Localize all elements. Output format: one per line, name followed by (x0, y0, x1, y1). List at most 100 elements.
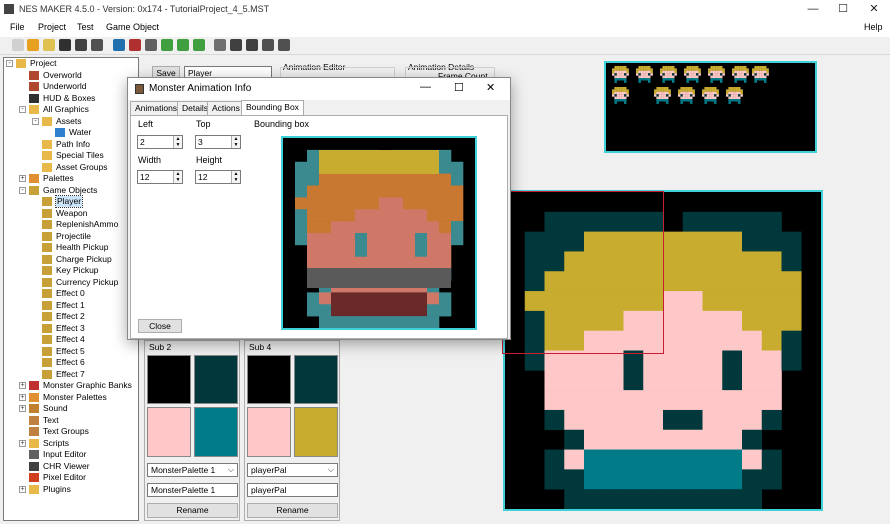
project-tree[interactable]: - Project Overworld Underworld HUD & Boxes - A… (3, 57, 139, 521)
expand-icon[interactable]: + (19, 485, 26, 493)
spinner-arrows-icon[interactable]: ▲ ▼ (173, 136, 182, 148)
collapse-icon[interactable]: - (19, 186, 26, 194)
width-spinner[interactable]: 12 ▲ ▼ (137, 170, 183, 184)
top-value: 3 (198, 137, 203, 147)
sub2-color-0[interactable] (147, 355, 191, 404)
bounding-box-canvas[interactable] (281, 136, 477, 330)
chevron-down-icon: ⌵ (227, 465, 234, 474)
sub4-rename-button[interactable]: Rename (247, 503, 338, 518)
maximize-button[interactable]: ☐ (828, 0, 858, 19)
sub4-color-1[interactable] (294, 355, 338, 404)
menu-help[interactable]: Help (864, 22, 883, 32)
gear-icon[interactable] (145, 39, 157, 51)
export-icon[interactable] (91, 39, 103, 51)
sub4-color-0[interactable] (247, 355, 291, 404)
window-icon[interactable] (230, 39, 242, 51)
character-icon (42, 208, 52, 218)
sub4-palette-select-value: playerPal (251, 465, 287, 475)
menu-test[interactable]: Test (77, 22, 94, 32)
assemble-green-icon[interactable] (161, 39, 173, 51)
dialog-minimize-button[interactable]: — (420, 81, 431, 93)
top-label: Top (196, 119, 211, 129)
globe-icon[interactable] (113, 39, 125, 51)
tree-item-label: Scripts (43, 437, 69, 448)
tree-item-label: Key Pickup (56, 265, 99, 275)
book-icon[interactable] (129, 39, 141, 51)
collapse-icon[interactable]: - (19, 106, 26, 113)
sub4-color-3[interactable] (294, 407, 338, 457)
dialog-app-icon (135, 84, 144, 94)
tab-actions[interactable]: Actions (207, 101, 245, 115)
bounding-box-panel: Left Top 2 ▲ ▼ 3 ▲ ▼ Width Height 12 ▲ ▼ 12… (130, 115, 508, 339)
tree-item-label: Underworld (43, 81, 87, 91)
collapse-icon[interactable]: - (32, 117, 39, 125)
text-icon (29, 415, 39, 425)
tree-item-label: Projectile (56, 230, 91, 241)
minimize-button[interactable]: — (798, 0, 828, 19)
tree-item-label: Health Pickup (56, 242, 109, 252)
folder-icon (42, 151, 52, 160)
expand-icon[interactable]: + (19, 405, 26, 412)
character-icon (42, 243, 52, 252)
dialog-close-icon[interactable]: ✕ (486, 81, 495, 94)
sub2-color-1[interactable] (194, 355, 238, 404)
tree-item-label: Effect 4 (56, 334, 85, 344)
sprite-sheet-preview[interactable] (604, 61, 817, 153)
dialog-maximize-button[interactable]: ☐ (454, 81, 464, 94)
image-export-icon[interactable] (262, 39, 274, 51)
monster-animation-info-dialog: Monster Animation Info — ☐ ✕ Animations … (127, 77, 511, 340)
tab-animations[interactable]: Animations (130, 101, 183, 115)
tree-item-label: Weapon (56, 207, 88, 218)
character-icon (42, 197, 52, 206)
top-spinner[interactable]: 3 ▲ ▼ (195, 135, 241, 149)
menu-bar: File Project Test Game Object Help (0, 19, 890, 37)
expand-icon[interactable]: + (19, 439, 26, 447)
tree-item-label: Palettes (43, 173, 74, 183)
character-icon (42, 346, 52, 356)
sub4-palette-select[interactable]: playerPal ⌵ (247, 463, 338, 477)
tree-item-label: Effect 3 (56, 322, 85, 333)
tab-bounding-box[interactable]: Bounding Box (241, 100, 304, 116)
tree-item-label: Asset Groups (56, 161, 108, 172)
close-button[interactable]: ✕ (859, 0, 889, 19)
collapse-icon[interactable]: - (6, 60, 13, 67)
sub2-rename-button[interactable]: Rename (147, 503, 238, 518)
chr-export-icon[interactable] (278, 39, 290, 51)
monitor-icon[interactable] (246, 39, 258, 51)
open-folder-icon[interactable] (27, 39, 39, 51)
sub2-palette-select[interactable]: MonsterPalette 1 ⌵ (147, 463, 238, 477)
globe-icon (55, 128, 65, 137)
menu-project[interactable]: Project (38, 22, 66, 32)
spinner-arrows-icon[interactable]: ▲ ▼ (231, 136, 240, 148)
assemble-green-3-icon[interactable] (193, 39, 205, 51)
height-spinner[interactable]: 12 ▲ ▼ (195, 170, 241, 184)
save-icon[interactable] (59, 39, 71, 51)
character-icon (42, 312, 52, 321)
expand-icon[interactable]: + (19, 393, 26, 401)
character-icon (42, 323, 52, 333)
sub4-palette-name-field[interactable]: playerPal (247, 483, 338, 497)
map-icon (29, 82, 39, 91)
menu-file[interactable]: File (10, 22, 25, 32)
spinner-arrows-icon[interactable]: ▲ ▼ (173, 171, 182, 183)
left-spinner[interactable]: 2 ▲ ▼ (137, 135, 183, 149)
sub2-palette-name-field[interactable]: MonsterPalette 1 (147, 483, 238, 497)
text-icon (29, 427, 39, 436)
expand-icon[interactable]: + (19, 175, 26, 182)
sub4-color-2[interactable] (247, 407, 291, 457)
open-file-icon[interactable] (43, 39, 55, 51)
assemble-green-2-icon[interactable] (177, 39, 189, 51)
expand-icon[interactable]: + (19, 382, 26, 389)
build-icon[interactable] (214, 39, 226, 51)
save-as-icon[interactable] (75, 39, 87, 51)
sub2-color-3[interactable] (194, 407, 238, 457)
folder-icon (42, 162, 52, 172)
sub2-color-2[interactable] (147, 407, 191, 457)
new-file-icon[interactable] (12, 39, 24, 51)
character-icon (42, 266, 52, 275)
tree-item-label: Overworld (43, 69, 82, 80)
dialog-close-button[interactable]: Close (138, 319, 182, 333)
spinner-arrows-icon[interactable]: ▲ ▼ (231, 171, 240, 183)
menu-game-object[interactable]: Game Object (106, 22, 159, 32)
folder-icon (42, 116, 52, 126)
